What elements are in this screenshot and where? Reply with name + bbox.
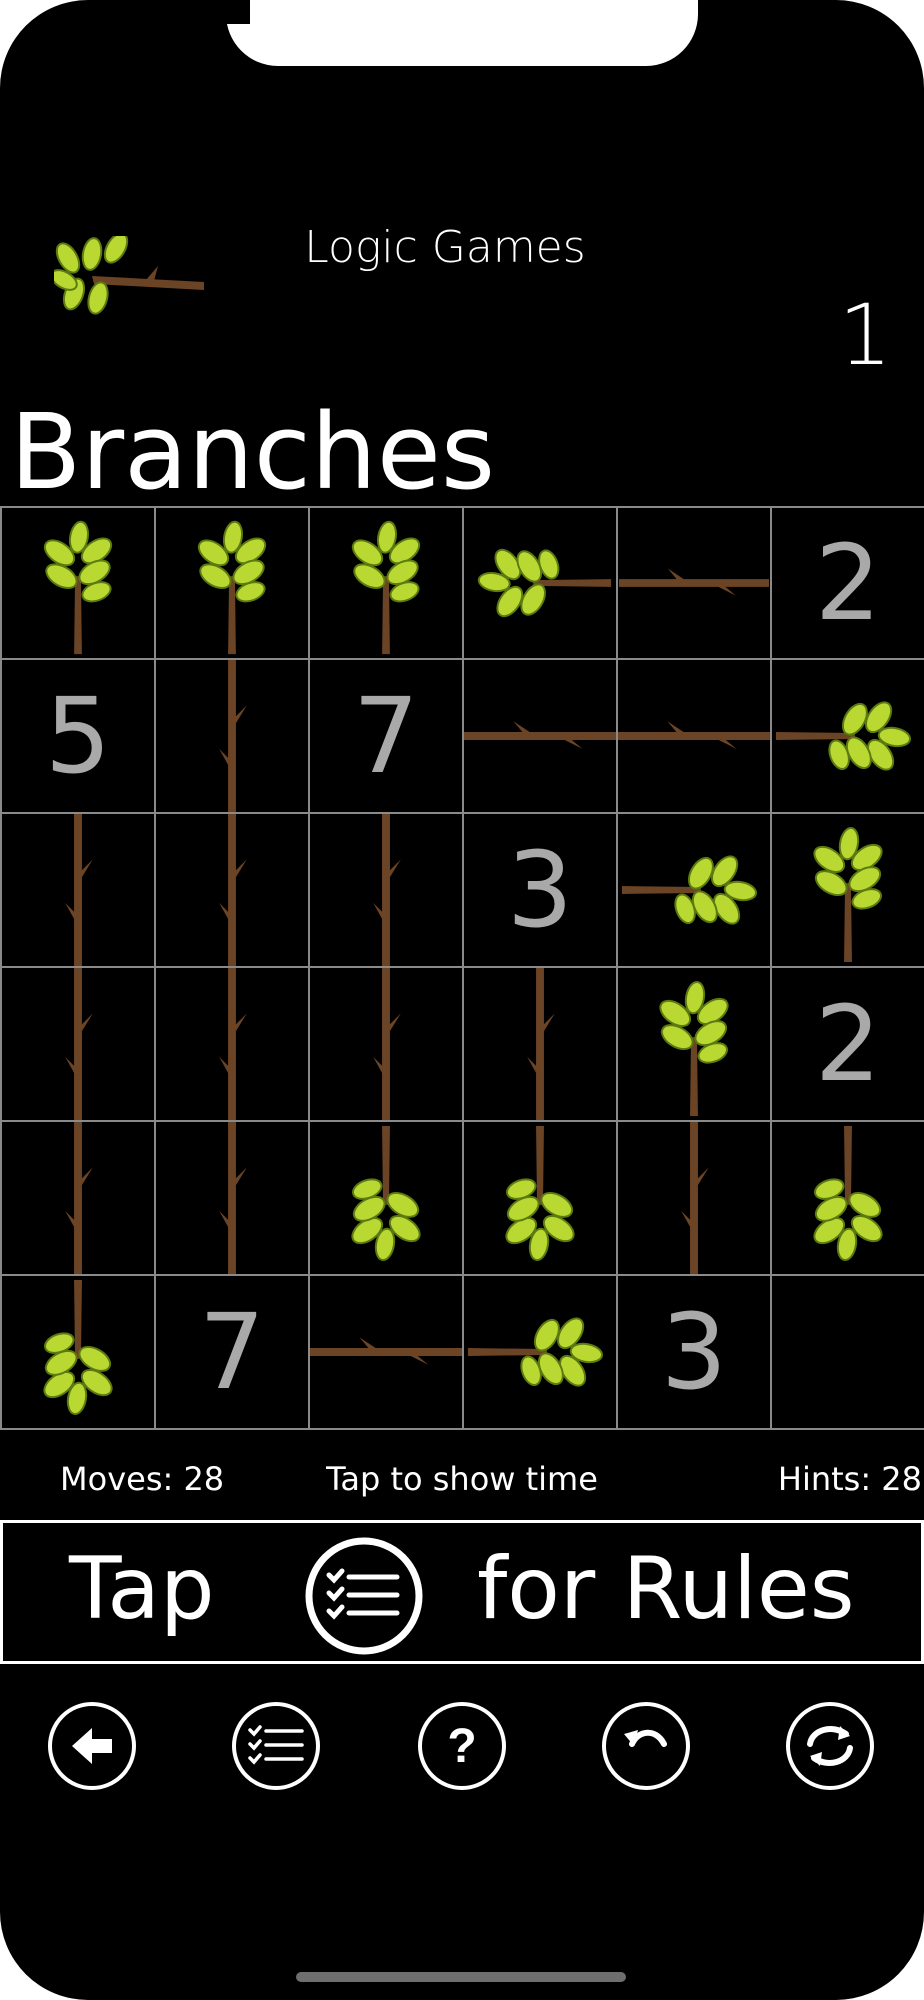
stats-bar: Moves: 28 Tap to show time Hints: 28 — [0, 1460, 924, 1504]
cell-number: 2 — [814, 522, 882, 644]
leaves-icon — [505, 1125, 575, 1262]
leaves-icon — [351, 1125, 421, 1262]
branch-tip-cell[interactable] — [464, 1122, 618, 1276]
leaves-icon — [659, 980, 729, 1117]
branch-vertical-cell[interactable] — [464, 968, 618, 1122]
branch-horizontal-cell[interactable] — [464, 660, 618, 814]
number-cell[interactable]: 7 — [156, 1276, 310, 1430]
branch-vertical-cell[interactable] — [310, 968, 464, 1122]
hints-counter: Hints: 28 — [777, 1460, 922, 1498]
branch-vertical-cell[interactable] — [156, 1122, 310, 1276]
branch-tip-cell[interactable] — [156, 506, 310, 660]
branch-icon — [464, 721, 616, 749]
branch-icon — [373, 968, 401, 1120]
branch-icon — [619, 568, 769, 596]
leaves-icon — [43, 1279, 113, 1416]
back-button[interactable] — [46, 1700, 138, 1792]
branch-tip-cell[interactable] — [310, 1122, 464, 1276]
puzzle-title: Branches — [10, 391, 496, 513]
branch-tip-cell[interactable] — [2, 506, 156, 660]
branch-horizontal-cell[interactable] — [310, 1276, 464, 1430]
number-cell[interactable]: 7 — [310, 660, 464, 814]
branch-tip-cell[interactable] — [772, 1122, 924, 1276]
branch-icon — [219, 1122, 247, 1274]
leaves-icon — [351, 520, 421, 655]
leaves-icon — [813, 826, 883, 963]
cell-number: 3 — [660, 1291, 728, 1413]
phone-frame: Logic Games 1 Branches 2 5 7 3 2 7 3 Mov… — [0, 0, 924, 2000]
branch-horizontal-cell[interactable] — [618, 660, 772, 814]
leaves-icon — [813, 1125, 883, 1262]
branch-tip-cell[interactable] — [772, 814, 924, 968]
number-cell[interactable]: 3 — [618, 1276, 772, 1430]
branch-tip-cell[interactable] — [310, 506, 464, 660]
leaves-icon — [775, 701, 912, 771]
help-button[interactable]: ? — [416, 1700, 508, 1792]
branch-icon — [219, 660, 247, 812]
number-cell[interactable]: 5 — [2, 660, 156, 814]
leaves-icon — [43, 520, 113, 655]
notch — [226, 0, 698, 66]
branch-vertical-cell[interactable] — [2, 814, 156, 968]
rules-banner-prefix: Tap — [69, 1539, 215, 1639]
number-cell[interactable]: 3 — [464, 814, 618, 968]
undo-icon — [624, 1729, 667, 1747]
cell-number: 3 — [506, 829, 574, 951]
cell-number: 7 — [352, 675, 420, 797]
branch-vertical-cell[interactable] — [156, 660, 310, 814]
leaves-icon — [197, 520, 267, 655]
branch-vertical-cell[interactable] — [156, 968, 310, 1122]
branch-icon — [373, 814, 401, 966]
branch-tip-cell[interactable] — [2, 1276, 156, 1430]
branch-icon — [65, 1122, 93, 1274]
rules-banner-suffix: for Rules — [477, 1539, 855, 1639]
branch-tip-cell[interactable] — [618, 814, 772, 968]
branch-vertical-cell[interactable] — [156, 814, 310, 968]
branch-vertical-cell[interactable] — [310, 814, 464, 968]
restart-button[interactable] — [784, 1700, 876, 1792]
home-indicator — [296, 1972, 626, 1982]
branch-horizontal-cell[interactable] — [618, 506, 772, 660]
branch-icon — [681, 1122, 709, 1274]
branch-icon — [65, 814, 93, 966]
cell-number: 7 — [198, 1291, 266, 1413]
leaves-icon — [467, 1317, 604, 1387]
rules-banner[interactable]: Tap for Rules — [0, 1520, 924, 1664]
branch-vertical-cell[interactable] — [2, 1122, 156, 1276]
branch-tip-cell[interactable] — [464, 506, 618, 660]
leaves-icon — [621, 855, 758, 925]
number-cell[interactable]: 2 — [772, 968, 924, 1122]
number-cell[interactable]: 2 — [772, 506, 924, 660]
arrow-left-icon — [72, 1728, 112, 1764]
refresh-icon — [807, 1726, 853, 1766]
branch-icon — [527, 968, 555, 1120]
branch-tip-cell[interactable] — [464, 1276, 618, 1430]
branch-icon — [618, 721, 770, 749]
level-number: 1 — [838, 286, 892, 384]
checklist-icon[interactable] — [303, 1535, 425, 1657]
cell-number: 5 — [44, 675, 112, 797]
puzzle-board: 2 5 7 3 2 7 3 — [0, 506, 924, 1430]
question-icon: ? — [447, 1720, 476, 1773]
leafy-branch-icon — [54, 236, 204, 315]
cell-number: 2 — [814, 983, 882, 1105]
rules-button[interactable] — [230, 1700, 322, 1792]
app-title: Logic Games — [304, 222, 586, 273]
empty-cell[interactable] — [772, 1276, 924, 1430]
branch-vertical-cell[interactable] — [2, 968, 156, 1122]
branch-icon — [219, 814, 247, 966]
branch-vertical-cell[interactable] — [618, 1122, 772, 1276]
leaves-icon — [477, 548, 612, 618]
branch-icon — [219, 968, 247, 1120]
branch-tip-cell[interactable] — [618, 968, 772, 1122]
checklist-icon — [248, 1725, 304, 1765]
undo-button[interactable] — [600, 1700, 692, 1792]
branch-icon — [310, 1337, 462, 1365]
branch-tip-cell[interactable] — [772, 660, 924, 814]
branch-icon — [65, 968, 93, 1120]
